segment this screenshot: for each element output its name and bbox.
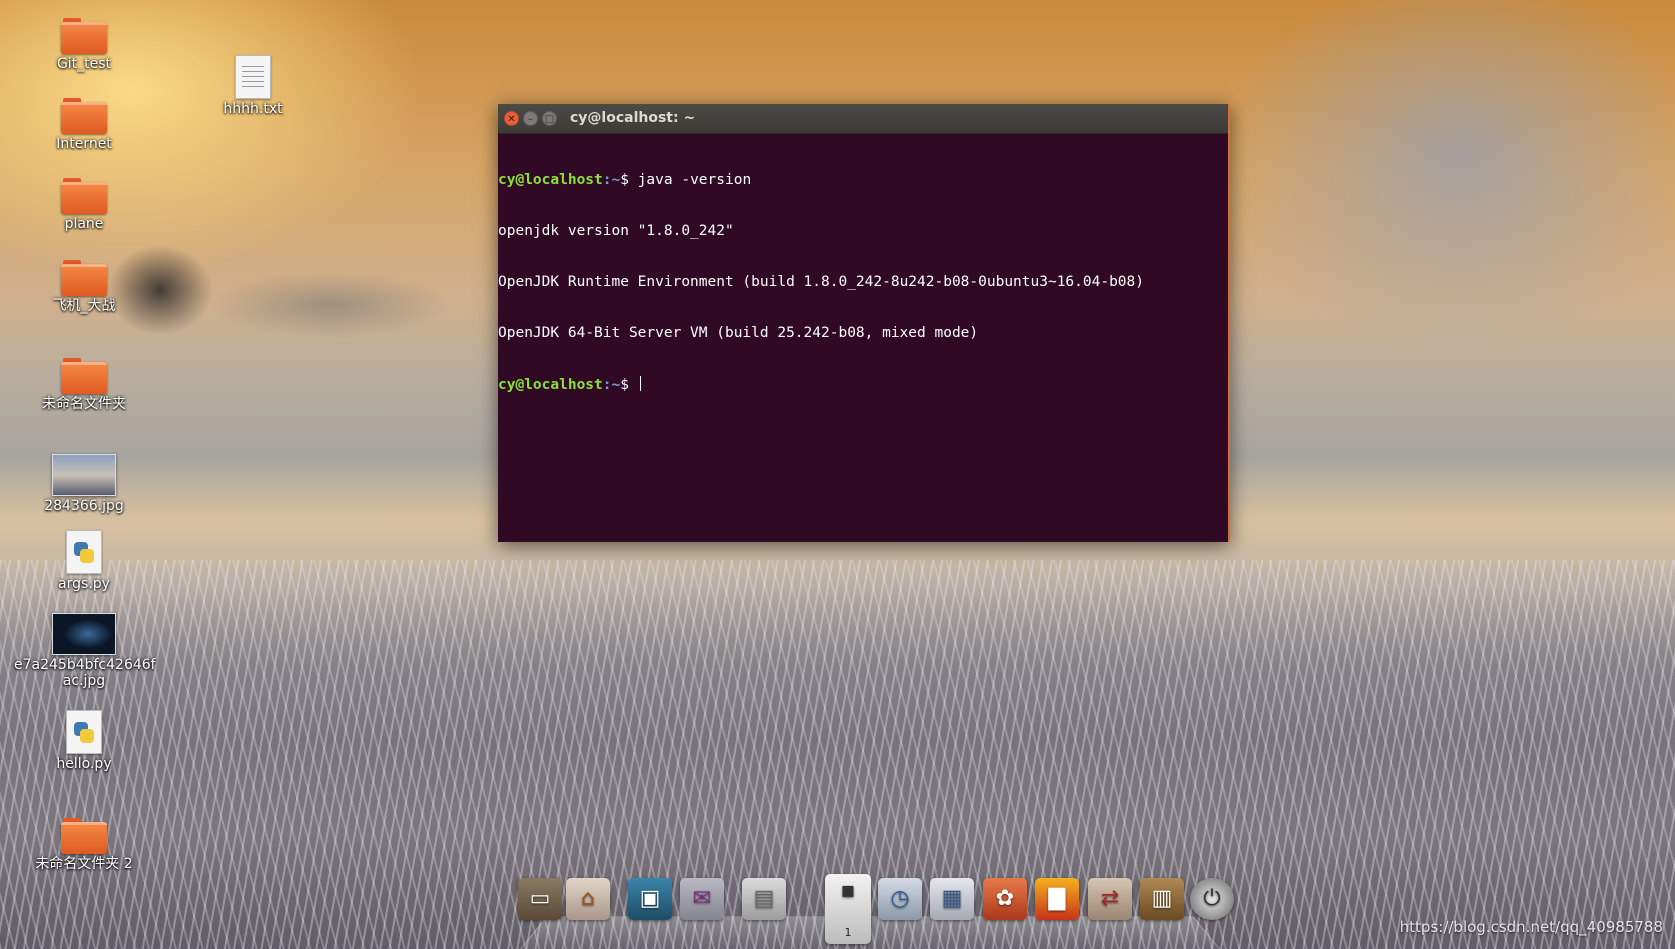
terminal-output[interactable]: cy@localhost:~$ java -version openjdk ve…: [498, 134, 1228, 428]
folder-icon: [61, 260, 107, 296]
window-title: cy@localhost: ~: [570, 110, 696, 126]
close-button[interactable]: ✕: [504, 111, 519, 126]
image-thumbnail-icon: [52, 454, 116, 496]
desktop-icon-label: 284366.jpg: [44, 498, 124, 514]
system-monitor-icon[interactable]: ▦: [930, 878, 974, 920]
prompt-user: cy@localhost: [498, 377, 603, 393]
terminal-output-line: OpenJDK 64-Bit Server VM (build 25.242-b…: [498, 325, 979, 341]
maximize-button[interactable]: □: [542, 111, 557, 126]
prompt-symbol: $: [620, 172, 638, 188]
document-icon[interactable]: ▤: [742, 878, 786, 920]
desktop-icon-internet[interactable]: Internet: [14, 98, 154, 152]
folder-icon: [61, 178, 107, 214]
desktop-icon-e7a245-jpg[interactable]: e7a245b4bfc42646f ac.jpg: [14, 613, 156, 689]
desktop-icon-unnamed-folder-2[interactable]: 未命名文件夹 2: [14, 818, 154, 872]
desktop-icon-args-py[interactable]: args.py: [14, 530, 154, 592]
folder-icon: [61, 358, 107, 394]
watermark: https://blog.csdn.net/qq_40985788: [1399, 918, 1663, 936]
terminal-command-line: cy@localhost:~$ java -version: [498, 172, 1228, 189]
desktop-icon-label: hhhh.txt: [223, 101, 283, 117]
desktop-icon-unnamed-folder[interactable]: 未命名文件夹: [14, 358, 154, 412]
desktop-icon-label: hello.py: [56, 756, 112, 772]
power-icon[interactable]: ⏻: [1190, 878, 1234, 920]
clock-search-icon[interactable]: ◷: [878, 878, 922, 920]
desktop-icon-284366-jpg[interactable]: 284366.jpg: [14, 454, 154, 514]
image-thumbnail-icon: [52, 613, 116, 655]
network-icon[interactable]: ⇄: [1088, 878, 1132, 920]
prompt-path: :~: [602, 172, 621, 188]
desktop-icon-label: Git_test: [56, 56, 112, 72]
desktop-icon-hello-py[interactable]: hello.py: [14, 710, 154, 772]
desktop-icon-label: e7a245b4bfc42646f ac.jpg: [14, 657, 156, 689]
ubuntu-software-icon[interactable]: ✿: [983, 878, 1027, 920]
workspace-number: 1: [844, 926, 852, 939]
python-file-icon: [66, 710, 102, 754]
prompt-path: :~: [602, 377, 621, 393]
minimize-button[interactable]: –: [523, 111, 538, 126]
image-viewer-icon[interactable]: ▣: [628, 878, 672, 920]
desktop-icon-plane[interactable]: plane: [14, 178, 154, 232]
desktop-icon-label: 飞机_大战: [52, 298, 116, 314]
archive-icon[interactable]: ▥: [1140, 878, 1184, 920]
folder-icon: [61, 98, 107, 134]
desktop-icon-git-test[interactable]: Git_test: [14, 18, 154, 72]
text-cursor: [639, 376, 641, 391]
folder-icon: [61, 818, 107, 854]
desktop-icon-label: 未命名文件夹 2: [35, 856, 133, 872]
graph-icon[interactable]: ▇: [1035, 878, 1079, 920]
prompt-symbol: $: [620, 377, 638, 393]
terminal-command: java -version: [637, 172, 752, 188]
files-icon[interactable]: ▭: [518, 878, 562, 920]
desktop-icon-label: plane: [64, 216, 104, 232]
terminal-output-line: openjdk version "1.8.0_242": [498, 223, 734, 239]
prompt-user: cy@localhost: [498, 172, 603, 188]
workspace-switcher-icon[interactable]: ▪ 1: [825, 874, 871, 944]
desktop-icon-plane-war[interactable]: 飞机_大战: [14, 260, 154, 314]
terminal-input-line[interactable]: cy@localhost:~$: [498, 376, 1228, 394]
terminal-titlebar[interactable]: ✕ – □ cy@localhost: ~: [498, 104, 1228, 134]
dock: ▭ ⌂ ▣ ✉ ▤ ▪ 1 ◷ ▦ ✿ ▇ ⇄ ▥ ⏻: [500, 868, 1234, 949]
mail-icon[interactable]: ✉: [680, 878, 724, 920]
desktop-icon-label: Internet: [56, 136, 112, 152]
python-file-icon: [66, 530, 102, 574]
folder-icon: [61, 18, 107, 54]
wallpaper-trees: [1180, 0, 1675, 400]
terminal-output-line: OpenJDK Runtime Environment (build 1.8.0…: [498, 274, 1145, 290]
terminal-window[interactable]: ✕ – □ cy@localhost: ~ cy@localhost:~$ ja…: [498, 104, 1230, 542]
desktop-icon-label: args.py: [58, 576, 110, 592]
desktop-icon-label: 未命名文件夹: [42, 396, 126, 412]
text-file-icon: [235, 55, 271, 99]
home-icon[interactable]: ⌂: [566, 878, 610, 920]
desktop-icon-hhhh-txt[interactable]: hhhh.txt: [183, 55, 323, 117]
